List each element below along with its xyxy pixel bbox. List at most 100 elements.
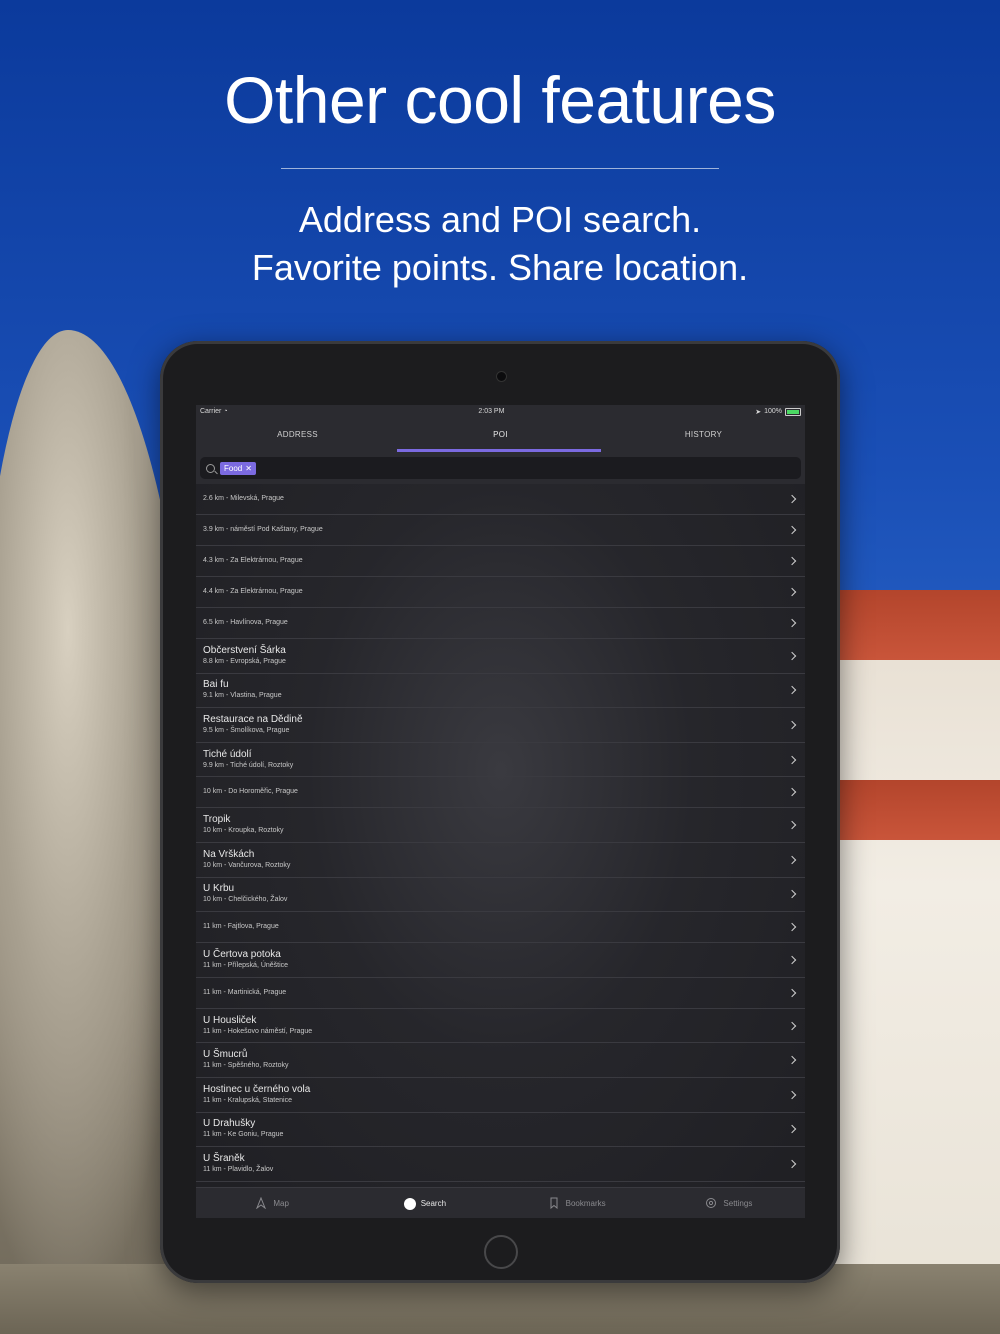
list-item-texts: U Šmucrů 11 km - Spěšného, Roztoky: [203, 1049, 288, 1071]
list-item[interactable]: U Šraněk 11 km - Plavidlo, Žalov: [196, 1147, 805, 1182]
battery-percent: 100%: [764, 408, 782, 415]
home-button[interactable]: [484, 1235, 518, 1269]
tab-history[interactable]: HISTORY: [602, 418, 805, 452]
map-icon: [255, 1196, 267, 1210]
results-list: 2.6 km - Milevská, Prague 3.9 km - náměst…: [196, 484, 805, 1182]
hero-divider: [281, 168, 719, 169]
list-item[interactable]: Občerstvení Šárka 8.8 km - Evropská, Prag…: [196, 639, 805, 674]
list-item-meta: 10 km - Chelčického, Žalov: [203, 896, 288, 904]
wifi-icon: ◔: [223, 408, 228, 415]
tab-address[interactable]: ADDRESS: [196, 418, 399, 452]
list-item[interactable]: Na Vrškách 10 km - Vančurova, Roztoky: [196, 843, 805, 878]
list-item[interactable]: 11 km - Fajtlova, Prague: [196, 912, 805, 944]
active-tab-indicator: [397, 449, 601, 452]
tabbar-search[interactable]: Search: [348, 1188, 500, 1218]
list-item-meta: 10 km - Vančurova, Roztoky: [203, 861, 291, 869]
chevron-right-icon: [787, 788, 797, 797]
list-item-meta: 9.9 km - Tiché údolí, Roztoky: [203, 761, 294, 769]
list-item-name: Tropik: [203, 814, 231, 826]
location-arrow-icon: ➤: [755, 408, 762, 416]
list-item-meta: 11 km - Přílepská, Úněštice: [203, 961, 289, 969]
list-item[interactable]: Hostinec u černého vola 11 km - Kralupská…: [196, 1078, 805, 1113]
list-item-meta: 2.6 km - Milevská, Prague: [203, 495, 284, 502]
chevron-right-icon: [787, 922, 797, 932]
list-item-name: U Krbu: [203, 883, 235, 895]
list-item[interactable]: U Krbu 10 km - Chelčického, Žalov: [196, 878, 805, 913]
list-item-texts: U Drahušky 11 km - Ke Goniu, Prague: [203, 1118, 283, 1140]
list-item[interactable]: Bai fu 9.1 km - Vlastina, Prague: [196, 674, 805, 709]
roof-background: [830, 590, 1000, 660]
hero-subtitle-line1: Address and POI search.: [298, 199, 702, 240]
search-input[interactable]: Food ✕: [200, 457, 801, 479]
tabbar-bookmarks[interactable]: Bookmarks: [501, 1188, 653, 1218]
list-item[interactable]: 3.9 km - náměstí Pod Kaštany, Prague: [196, 515, 805, 546]
tab-poi[interactable]: POI: [399, 418, 602, 452]
list-item-texts: Bai fu 9.1 km - Vlastina, Prague: [203, 679, 282, 701]
token-label: Food: [224, 463, 243, 473]
list-item-texts: 3.9 km - náměstí Pod Kaštany, Prague: [203, 525, 323, 535]
list-item[interactable]: U Drahušky 11 km - Ke Goniu, Prague: [196, 1113, 805, 1148]
list-item-texts: 2.6 km - Milevská, Prague: [203, 494, 284, 504]
tabbar-bookmarks-label: Bookmarks: [565, 1198, 606, 1208]
building-background: [830, 590, 1000, 1334]
chevron-right-icon: [787, 651, 797, 661]
list-item-meta: 11 km - Ke Goniu, Prague: [203, 1131, 284, 1139]
list-item[interactable]: Restaurace na Dědině 9.5 km - Šmolíkova, …: [196, 708, 805, 743]
status-right: ➤ 100%: [755, 407, 801, 416]
list-item-name: Občerstvení Šárka: [203, 644, 286, 656]
close-icon[interactable]: ✕: [245, 464, 252, 473]
list-item-texts: Restaurace na Dědině 9.5 km - Šmolíkova, …: [203, 714, 303, 736]
list-item-texts: 11 km - Martinická, Prague: [203, 988, 286, 998]
tabbar-settings-label: Settings: [723, 1198, 753, 1208]
list-item-texts: U Šraněk 11 km - Plavidlo, Žalov: [203, 1153, 273, 1175]
tabbar-search-label: Search: [420, 1198, 447, 1208]
list-item[interactable]: U Housliček 11 km - Hokešovo náměstí, Pra…: [196, 1009, 805, 1044]
carrier-label: Carrier: [200, 408, 222, 415]
list-item-name: Restaurace na Dědině: [203, 713, 303, 725]
list-item[interactable]: U Čertova potoka 11 km - Přílepská, Úněšt…: [196, 943, 805, 978]
list-item-name: Tiché údolí: [203, 748, 252, 760]
list-item-meta: 3.9 km - náměstí Pod Kaštany, Prague: [203, 526, 323, 533]
chevron-right-icon: [787, 525, 797, 535]
list-item-meta: 11 km - Spěšného, Roztoky: [203, 1062, 289, 1070]
segment-tabs: ADDRESS POI HISTORY: [196, 418, 805, 452]
list-item[interactable]: 4.3 km - Za Elektrárnou, Prague: [196, 546, 805, 577]
chevron-right-icon: [787, 1021, 797, 1030]
list-item[interactable]: 10 km - Do Horoměřic, Prague: [196, 777, 805, 809]
status-carrier: Carrier ◔: [200, 408, 228, 415]
list-item[interactable]: 11 km - Martinická, Prague: [196, 978, 805, 1009]
list-item-meta: 10 km - Do Horoměřic, Prague: [203, 788, 298, 796]
list-item-meta: 10 km - Kroupka, Roztoky: [203, 827, 284, 835]
search-token-food[interactable]: Food ✕: [220, 461, 256, 475]
list-item-name: U Housliček: [203, 1014, 257, 1026]
status-bar: Carrier ◔ 2:03 PM ➤ 100%: [196, 405, 805, 418]
list-item-meta: 11 km - Plavidlo, Žalov: [203, 1165, 274, 1173]
list-item-meta: 8.8 km - Evropská, Prague: [203, 657, 286, 665]
status-time: 2:03 PM: [478, 408, 505, 415]
bottom-tabbar: Map Search Bookmarks Settings: [196, 1187, 805, 1218]
hero-title: Other cool features: [224, 63, 776, 137]
list-item-name: U Drahušky: [203, 1118, 256, 1130]
list-item-meta: 11 km - Fajtlova, Prague: [203, 923, 279, 931]
list-item[interactable]: Tiché údolí 9.9 km - Tiché údolí, Roztoky: [196, 743, 805, 778]
hero-subtitle: Address and POI search. Favorite points.…: [0, 196, 1000, 292]
list-item-meta: 9.1 km - Vlastina, Prague: [203, 692, 282, 700]
tabbar-settings[interactable]: Settings: [653, 1188, 805, 1218]
chevron-right-icon: [787, 890, 797, 899]
chevron-right-icon: [787, 1159, 797, 1169]
list-item[interactable]: 6.5 km - Havlínova, Prague: [196, 608, 805, 639]
list-item[interactable]: 4.4 km - Za Elektrárnou, Prague: [196, 577, 805, 608]
tabbar-map-label: Map: [273, 1198, 289, 1208]
list-item-meta: 4.3 km - Za Elektrárnou, Prague: [203, 557, 303, 564]
list-item-texts: 4.3 km - Za Elektrárnou, Prague: [203, 556, 303, 566]
list-item-name: Na Vrškách: [203, 848, 255, 860]
list-item-texts: Hostinec u černého vola 11 km - Kralupská…: [203, 1084, 310, 1106]
search-bar: Food ✕: [196, 452, 805, 484]
list-item-texts: U Housliček 11 km - Hokešovo náměstí, Pra…: [203, 1015, 312, 1037]
list-item[interactable]: U Šmucrů 11 km - Spěšného, Roztoky: [196, 1043, 805, 1078]
tabbar-map[interactable]: Map: [196, 1188, 348, 1218]
list-item[interactable]: Tropik 10 km - Kroupka, Roztoky: [196, 808, 805, 843]
list-item[interactable]: 2.6 km - Milevská, Prague: [196, 484, 805, 515]
list-item-texts: Tiché údolí 9.9 km - Tiché údolí, Roztoky: [203, 749, 293, 771]
chevron-right-icon: [787, 855, 797, 865]
